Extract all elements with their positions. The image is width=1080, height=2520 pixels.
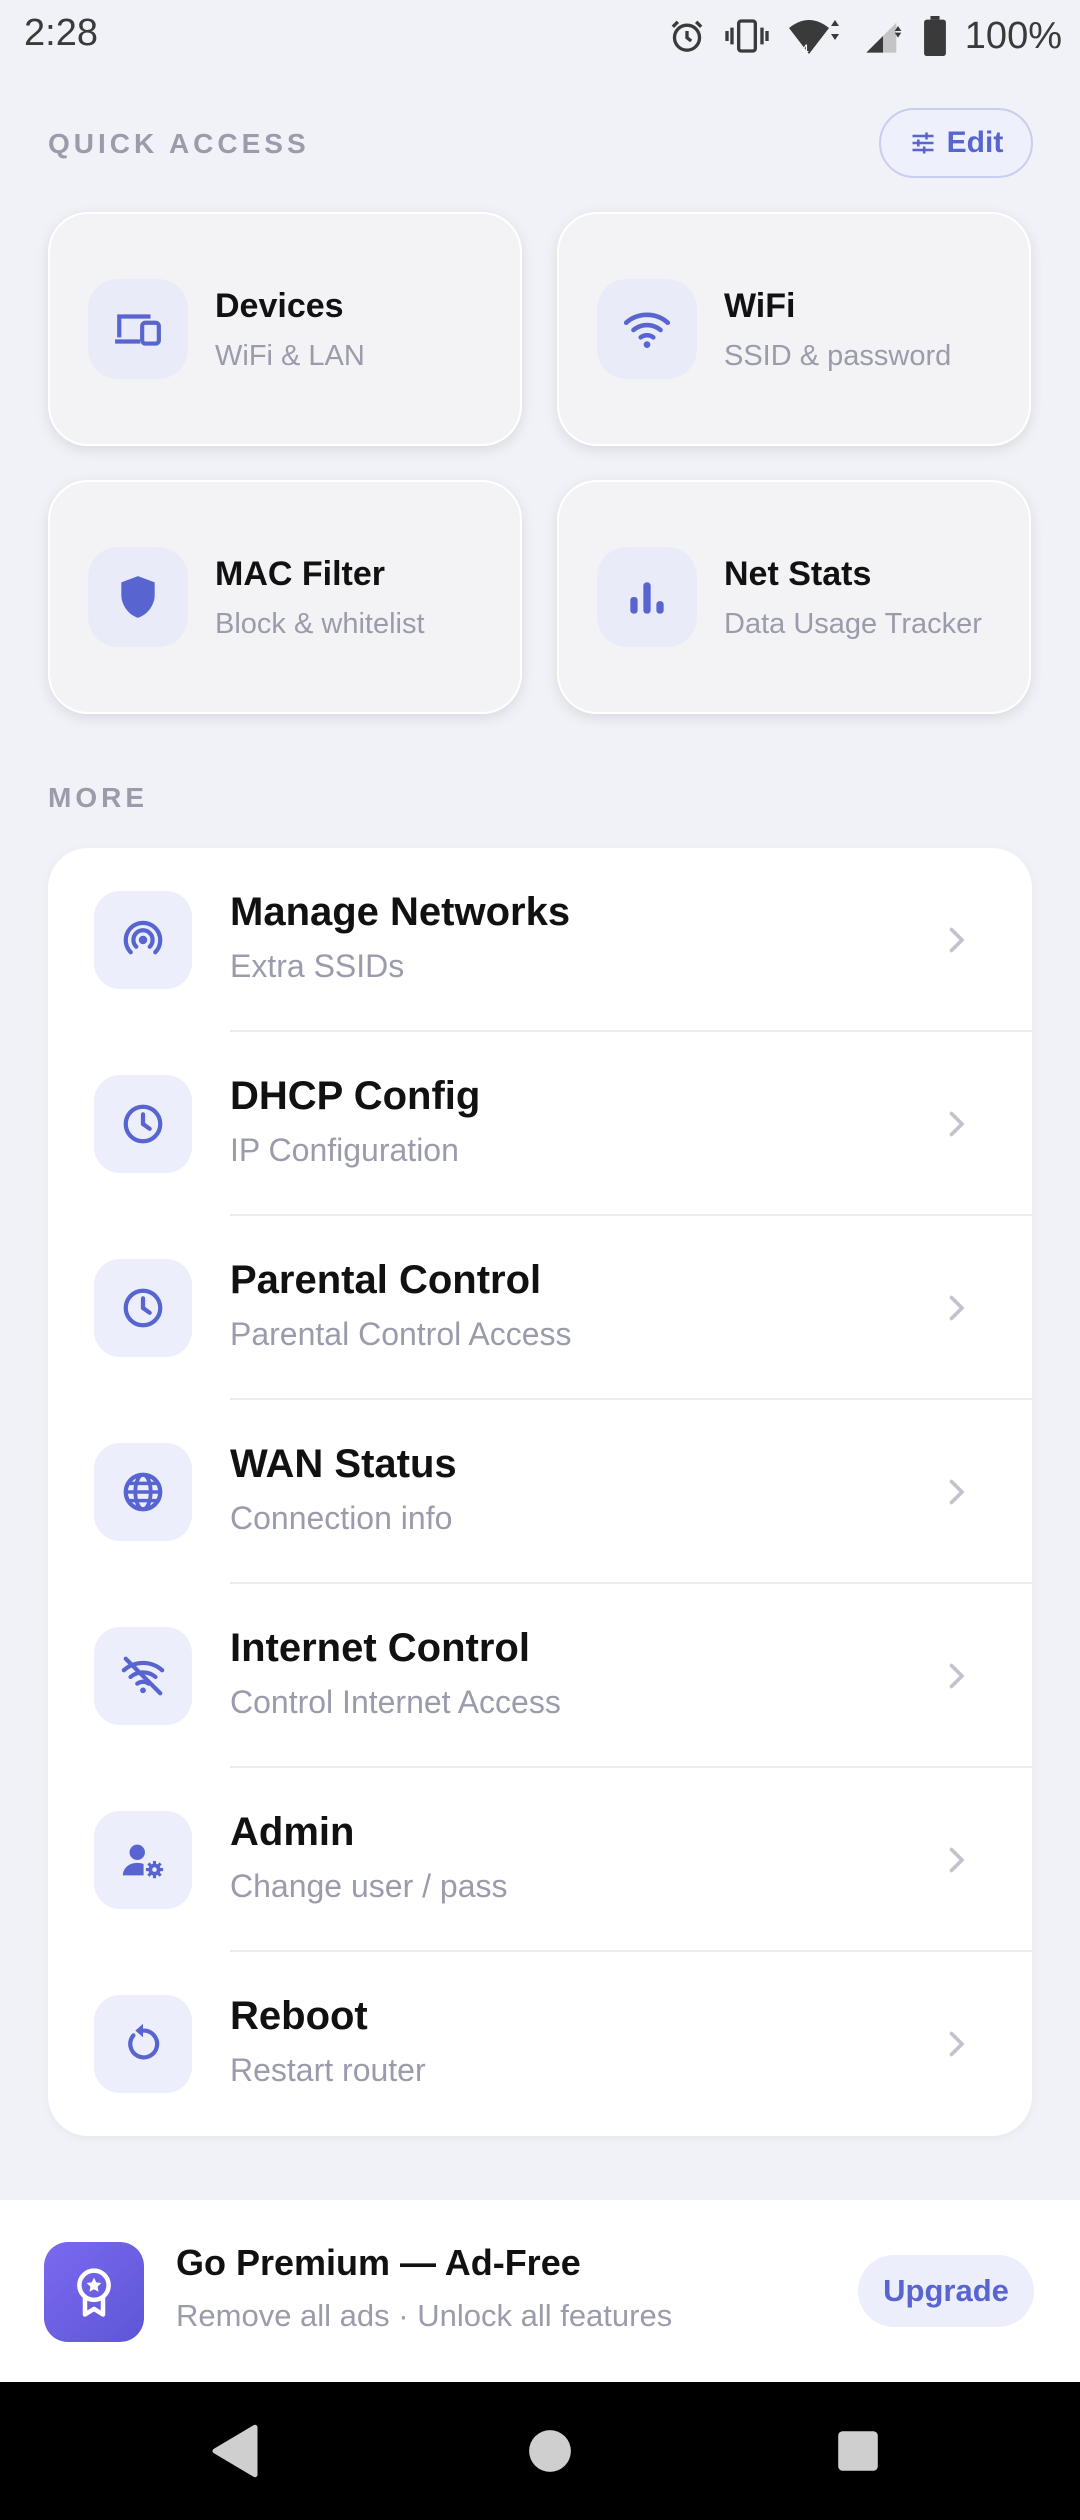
battery-percentage: 100% [964,14,1062,57]
wifi-icon: 4 [788,20,839,56]
list-item-subtitle: Parental Control Access [230,1316,572,1352]
status-icons: 4 100% [667,12,1062,60]
quick-card-mac-filter[interactable]: MAC Filter Block & whitelist [48,480,522,714]
edit-button-label: Edit [946,126,1004,159]
more-label: MORE [48,782,148,813]
status-time: 2:28 [24,12,98,54]
list-item-manage-networks[interactable]: Manage Networks Extra SSIDs [48,848,1032,1032]
list-item-wan-status[interactable]: WAN Status Connection info [48,1400,1032,1584]
chevron-right-icon [949,1295,964,1321]
list-item-reboot[interactable]: Reboot Restart router [48,1952,1032,2136]
list-item-subtitle: Change user / pass [230,1868,508,1904]
list-item-title: Manage Networks [230,890,571,934]
list-item-title: Parental Control [230,1258,542,1302]
list-item-title: Reboot [230,1994,368,2038]
chevron-right-icon [949,1479,964,1505]
chevron-right-icon [949,1111,964,1137]
clock-icon [94,1259,192,1357]
list-item-title: Internet Control [230,1626,530,1670]
list-item-parental-control[interactable]: Parental Control Parental Control Access [48,1216,1032,1400]
quick-card-title: WiFi [724,287,796,325]
alarm-icon [671,20,703,52]
award-badge-icon [44,2242,144,2342]
quick-card-subtitle: Block & whitelist [215,608,425,640]
list-item-subtitle: Extra SSIDs [230,948,405,984]
wifi-icon [597,279,697,379]
list-item-title: Admin [230,1810,355,1854]
cell-signal-icon [866,22,902,53]
list-item-internet-control[interactable]: Internet Control Control Internet Access [48,1584,1032,1768]
quick-card-wifi[interactable]: WiFi SSID & password [557,212,1031,446]
sliders-icon [912,132,934,154]
battery-icon [923,16,946,56]
status-bar: 2:28 4 100% [0,0,1080,72]
edit-button[interactable]: Edit [879,108,1033,178]
wifi-off-icon [94,1627,192,1725]
chevron-right-icon [949,927,964,953]
chevron-right-icon [949,1663,964,1689]
premium-title: Go Premium — Ad-Free [176,2242,581,2283]
user-settings-icon [94,1811,192,1909]
quick-card-title: Devices [215,287,344,325]
home-button[interactable] [515,2382,585,2520]
list-item-title: DHCP Config [230,1074,481,1118]
back-button[interactable] [200,2382,270,2520]
quick-card-net-stats[interactable]: Net Stats Data Usage Tracker [557,480,1031,714]
vibrate-icon [725,19,769,53]
list-item-dhcp-config[interactable]: DHCP Config IP Configuration [48,1032,1032,1216]
quick-card-subtitle: Data Usage Tracker [724,608,982,640]
list-item-subtitle: IP Configuration [230,1132,459,1168]
quick-card-title: Net Stats [724,555,872,593]
devices-icon [88,279,188,379]
quick-card-subtitle: WiFi & LAN [215,340,365,372]
list-item-subtitle: Restart router [230,2052,426,2088]
navigation-bar [0,2382,1080,2520]
chevron-right-icon [949,2031,964,2057]
list-item-subtitle: Connection info [230,1500,453,1536]
upgrade-button[interactable]: Upgrade [858,2255,1034,2327]
list-item-title: WAN Status [230,1442,457,1486]
quick-card-title: MAC Filter [215,555,385,593]
broadcast-icon [94,891,192,989]
recents-icon [838,2431,878,2471]
quick-access-label: QUICK ACCESS [48,128,310,159]
more-list: Manage Networks Extra SSIDs DHCP Config … [48,848,1032,2136]
refresh-icon [94,1995,192,2093]
premium-subtitle: Remove all ads · Unlock all features [176,2298,673,2333]
svg-text:4: 4 [801,41,809,56]
list-item-admin[interactable]: Admin Change user / pass [48,1768,1032,1952]
chevron-right-icon [949,1847,964,1873]
premium-banner[interactable]: Go Premium — Ad-Free Remove all ads · Un… [0,2200,1080,2382]
quick-card-devices[interactable]: Devices WiFi & LAN [48,212,522,446]
recents-button[interactable] [823,2382,893,2520]
home-icon [529,2430,571,2472]
globe-icon [94,1443,192,1541]
bar-chart-icon [597,547,697,647]
back-icon [212,2424,258,2478]
shield-icon [88,547,188,647]
clock-icon [94,1075,192,1173]
quick-card-subtitle: SSID & password [724,340,952,372]
list-item-subtitle: Control Internet Access [230,1684,561,1720]
